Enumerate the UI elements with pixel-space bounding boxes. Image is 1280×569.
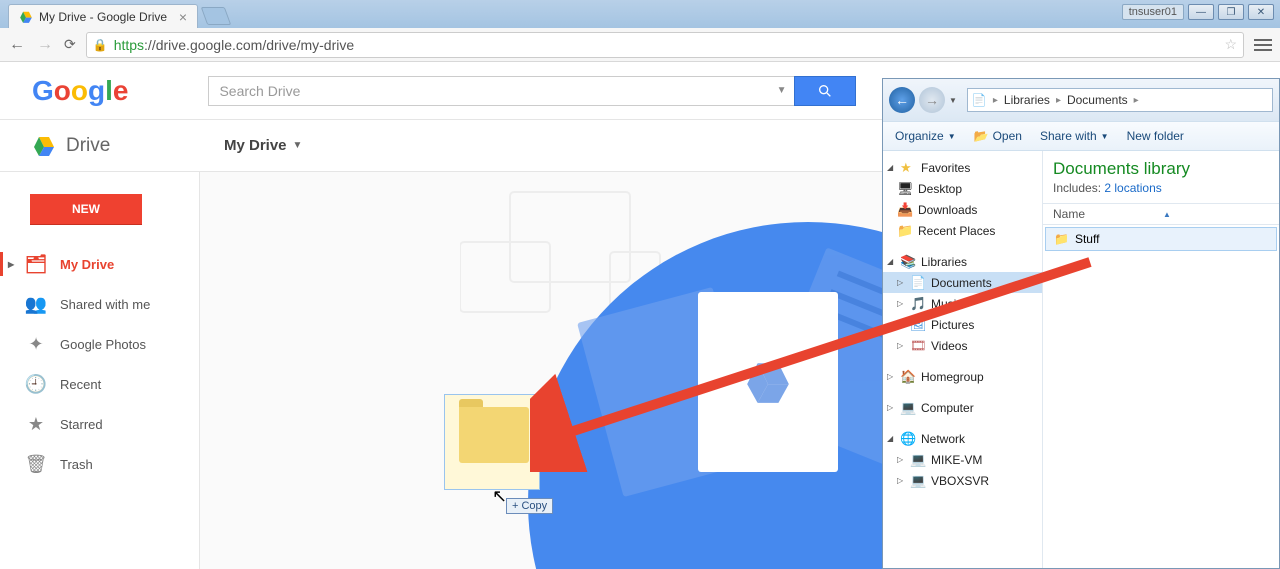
drive-favicon [19, 10, 33, 24]
browser-tab[interactable]: My Drive - Google Drive × [8, 4, 198, 28]
folder-icon: 📄 [972, 93, 987, 107]
photos-icon: ✦ [26, 334, 46, 355]
close-button[interactable]: ✕ [1248, 4, 1274, 20]
drive-icon [32, 134, 56, 158]
column-header-name[interactable]: Name ▲ [1043, 203, 1279, 225]
tree-computer[interactable]: ▷💻Computer [883, 397, 1042, 418]
library-title: Documents library [1053, 159, 1269, 179]
tree-videos[interactable]: ▷🎞Videos [883, 335, 1042, 356]
tab-title: My Drive - Google Drive [39, 10, 167, 24]
tree-network-item[interactable]: ▷💻VBOXSVR [883, 470, 1042, 491]
back-button[interactable]: ← [8, 36, 26, 54]
tree-music[interactable]: ▷🎵Music [883, 293, 1042, 314]
bookmark-star-icon[interactable]: ☆ [1224, 36, 1237, 53]
sidebar-item-photos[interactable]: ✦ Google Photos [0, 324, 199, 364]
open-button[interactable]: 📂 Open [974, 129, 1022, 143]
sidebar: NEW ▶ 🗂 My Drive 👥 Shared with me ✦ Goog… [0, 172, 200, 569]
tree-network-item[interactable]: ▷💻MIKE-VM [883, 449, 1042, 470]
omnibox[interactable]: 🔒 https://drive.google.com/drive/my-driv… [86, 32, 1244, 58]
tree-desktop[interactable]: 🖥Desktop [883, 178, 1042, 199]
minimize-button[interactable]: — [1188, 4, 1214, 20]
maximize-button[interactable]: ❐ [1218, 4, 1244, 20]
tree-recent[interactable]: 📁Recent Places [883, 220, 1042, 241]
forward-button: → [36, 36, 54, 54]
chrome-menu-button[interactable] [1254, 39, 1272, 51]
tree-favorites[interactable]: ◢★Favorites [883, 157, 1042, 178]
sidebar-item-my-drive[interactable]: ▶ 🗂 My Drive [0, 244, 199, 284]
sidebar-item-starred[interactable]: ★ Starred [0, 404, 199, 444]
sidebar-item-recent[interactable]: 🕘 Recent [0, 364, 199, 404]
explorer-nav: ← → ▼ 📄 ▸ Libraries ▸ Documents ▸ [883, 79, 1279, 121]
copy-tooltip: + Copy [506, 498, 553, 514]
locations-link[interactable]: 2 locations [1104, 181, 1161, 195]
clock-icon: 🕘 [26, 374, 46, 395]
file-row-stuff[interactable]: 📁 Stuff [1045, 227, 1277, 251]
folder-icon: 🗂 [26, 254, 46, 275]
chevron-right-icon: ▶ [8, 260, 14, 269]
search-bar: Search Drive ▼ [208, 76, 856, 106]
organize-menu[interactable]: Organize ▼ [895, 129, 956, 143]
sort-indicator-icon: ▲ [1163, 210, 1171, 219]
profile-tag[interactable]: tnsuser01 [1122, 4, 1184, 20]
sidebar-item-shared[interactable]: 👥 Shared with me [0, 284, 199, 324]
new-folder-button[interactable]: New folder [1127, 129, 1184, 143]
tree-pictures[interactable]: ▷🖼Pictures [883, 314, 1042, 335]
search-icon [817, 83, 833, 99]
folder-icon: 📁 [1054, 232, 1069, 246]
breadcrumb[interactable]: My Drive ▼ [200, 137, 302, 154]
tree-documents[interactable]: ▷📄Documents [883, 272, 1042, 293]
chevron-down-icon: ▼ [293, 140, 303, 151]
explorer-breadcrumb[interactable]: 📄 ▸ Libraries ▸ Documents ▸ [967, 88, 1273, 112]
search-button[interactable] [794, 76, 856, 106]
explorer-toolbar: Organize ▼ 📂 Open Share with ▼ New folde… [883, 121, 1279, 151]
explorer-forward-button: → [919, 87, 945, 113]
explorer-content: Documents library Includes: 2 locations … [1043, 151, 1279, 568]
new-tab-button[interactable] [201, 7, 232, 25]
tree-homegroup[interactable]: ▷🏠Homegroup [883, 366, 1042, 387]
explorer-back-button[interactable]: ← [889, 87, 915, 113]
tree-downloads[interactable]: 📥Downloads [883, 199, 1042, 220]
search-input[interactable]: Search Drive ▼ [208, 76, 794, 106]
drive-icon [743, 357, 793, 407]
dragged-folder [444, 394, 540, 490]
google-logo[interactable]: Google [32, 75, 128, 107]
tree-libraries[interactable]: ◢📚Libraries [883, 251, 1042, 272]
close-icon[interactable]: × [179, 9, 187, 25]
tree-network[interactable]: ◢🌐Network [883, 428, 1042, 449]
reload-button[interactable]: ⟳ [64, 36, 76, 53]
explorer-tree: ◢★Favorites 🖥Desktop 📥Downloads 📁Recent … [883, 151, 1043, 568]
explorer-window[interactable]: ← → ▼ 📄 ▸ Libraries ▸ Documents ▸ Organi… [882, 78, 1280, 569]
drive-brand[interactable]: Drive [0, 134, 200, 158]
search-options-caret[interactable]: ▼ [777, 85, 787, 96]
star-icon: ★ [26, 414, 46, 435]
browser-tabstrip: My Drive - Google Drive × tnsuser01 — ❐ … [0, 0, 1280, 28]
url-path: ://drive.google.com/drive/my-drive [144, 37, 354, 53]
sidebar-item-trash[interactable]: 🗑 Trash [0, 444, 199, 484]
window-controls: tnsuser01 — ❐ ✕ [1122, 4, 1274, 20]
new-button[interactable]: NEW [30, 194, 142, 224]
lock-icon: 🔒 [93, 38, 108, 52]
chevron-down-icon[interactable]: ▼ [949, 96, 957, 105]
people-icon: 👥 [26, 294, 46, 315]
share-menu[interactable]: Share with ▼ [1040, 129, 1109, 143]
address-bar: ← → ⟳ 🔒 https://drive.google.com/drive/m… [0, 28, 1280, 62]
trash-icon: 🗑 [26, 454, 46, 475]
url-scheme: https [114, 37, 144, 53]
